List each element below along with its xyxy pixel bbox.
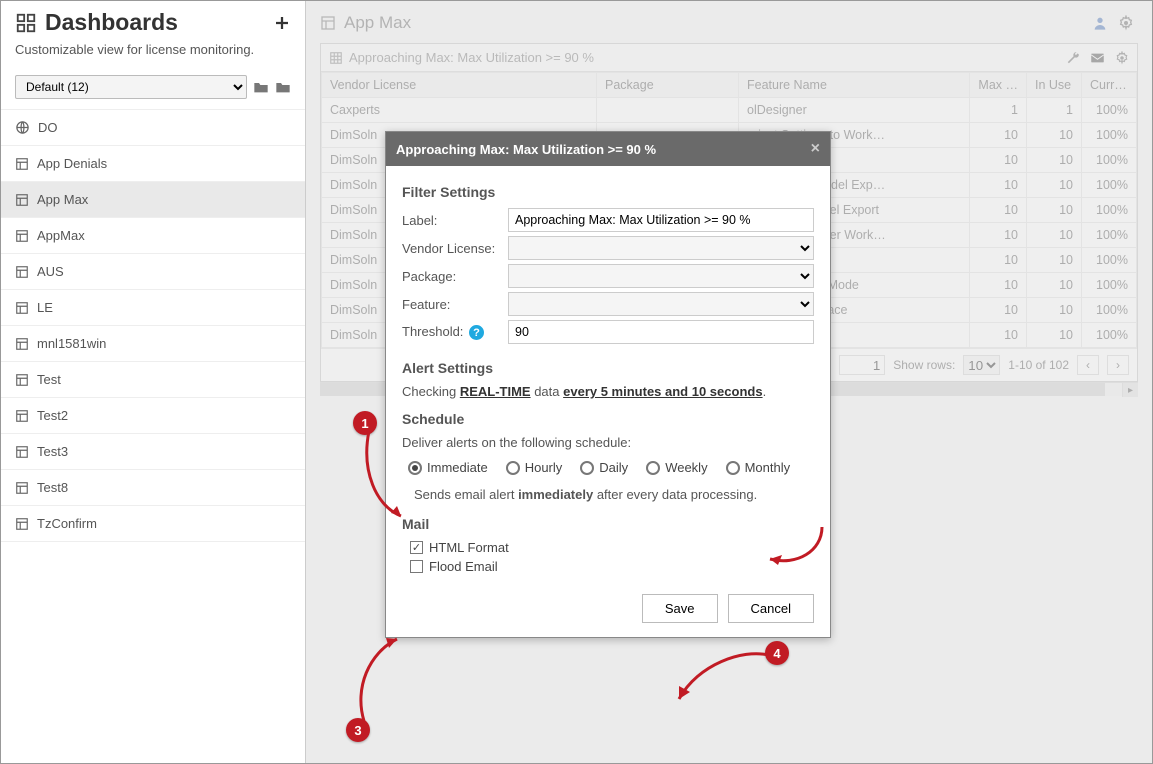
sidebar-item[interactable]: AppMax xyxy=(1,217,305,253)
sidebar-item-label: Test3 xyxy=(37,444,68,459)
dashboard-icon xyxy=(15,373,29,387)
sidebar-item-label: AppMax xyxy=(37,228,85,243)
sidebar-item-label: Test2 xyxy=(37,408,68,423)
help-icon[interactable]: ? xyxy=(469,325,484,340)
flood-email-checkbox[interactable]: Flood Email xyxy=(410,559,814,574)
annotation-badge-3: 3 xyxy=(346,718,370,742)
threshold-label: Threshold: ? xyxy=(402,324,508,341)
sidebar-item-label: mnl1581win xyxy=(37,336,106,351)
dashboard-icon xyxy=(15,337,29,351)
sidebar-item[interactable]: TzConfirm xyxy=(1,505,305,542)
sidebar-title: Dashboards xyxy=(15,9,178,36)
feature-select[interactable] xyxy=(508,292,814,316)
modal-header[interactable]: Approaching Max: Max Utilization >= 90 %… xyxy=(386,132,830,166)
dashboard-icon xyxy=(15,445,29,459)
sidebar-item[interactable]: LE xyxy=(1,289,305,325)
annotation-badge-1: 1 xyxy=(353,411,377,435)
dashboards-icon xyxy=(15,12,37,34)
html-format-checkbox[interactable]: ✓HTML Format xyxy=(410,540,814,555)
annotation-badge-4: 4 xyxy=(765,641,789,665)
label-label: Label: xyxy=(402,213,508,228)
sidebar-item[interactable]: Test2 xyxy=(1,397,305,433)
dashboard-icon xyxy=(15,481,29,495)
vendor-label: Vendor License: xyxy=(402,241,508,256)
close-icon[interactable]: × xyxy=(811,140,820,158)
dashboard-icon xyxy=(15,157,29,171)
sidebar-list: DO App Denials App Max AppMax AUS LE mnl1581wi… xyxy=(1,109,305,763)
sidebar-item-label: AUS xyxy=(37,264,64,279)
dashboard-icon xyxy=(15,409,29,423)
threshold-input[interactable] xyxy=(508,320,814,344)
label-input[interactable] xyxy=(508,208,814,232)
dashboard-icon xyxy=(15,301,29,315)
alert-settings-heading: Alert Settings xyxy=(402,360,814,376)
package-select[interactable] xyxy=(508,264,814,288)
schedule-heading: Schedule xyxy=(402,411,814,427)
sidebar-item[interactable]: DO xyxy=(1,109,305,145)
schedule-radio-immediate[interactable]: Immediate xyxy=(408,460,488,475)
add-dashboard-button[interactable] xyxy=(273,14,291,32)
schedule-radio-monthly[interactable]: Monthly xyxy=(726,460,791,475)
sidebar-item[interactable]: App Max xyxy=(1,181,305,217)
sidebar: Dashboards Customizable view for license… xyxy=(1,1,306,763)
sidebar-item[interactable]: App Denials xyxy=(1,145,305,181)
dashboard-icon xyxy=(15,193,29,207)
folder-icon-2[interactable] xyxy=(275,80,291,94)
sidebar-item-label: Test8 xyxy=(37,480,68,495)
folder-icon[interactable] xyxy=(253,80,269,94)
sidebar-item-label: DO xyxy=(38,120,58,135)
schedule-radio-hourly[interactable]: Hourly xyxy=(506,460,563,475)
modal-title: Approaching Max: Max Utilization >= 90 % xyxy=(396,142,656,157)
feature-label: Feature: xyxy=(402,297,508,312)
sidebar-item-label: TzConfirm xyxy=(37,516,97,531)
sidebar-item[interactable]: Test xyxy=(1,361,305,397)
dashboard-icon xyxy=(15,265,29,279)
globe-icon xyxy=(15,120,30,135)
sidebar-item[interactable]: Test3 xyxy=(1,433,305,469)
dashboard-icon xyxy=(15,229,29,243)
sidebar-item[interactable]: AUS xyxy=(1,253,305,289)
save-button[interactable]: Save xyxy=(642,594,718,623)
vendor-select[interactable] xyxy=(508,236,814,260)
schedule-radio-daily[interactable]: Daily xyxy=(580,460,628,475)
sidebar-subtitle: Customizable view for license monitoring… xyxy=(1,40,305,71)
sidebar-item[interactable]: mnl1581win xyxy=(1,325,305,361)
schedule-desc: Deliver alerts on the following schedule… xyxy=(402,435,814,450)
mail-heading: Mail xyxy=(402,516,814,532)
filter-modal: Approaching Max: Max Utilization >= 90 %… xyxy=(385,131,831,638)
schedule-radio-weekly[interactable]: Weekly xyxy=(646,460,707,475)
dashboard-select[interactable]: Default (12) xyxy=(15,75,247,99)
dashboard-icon xyxy=(15,517,29,531)
schedule-note: Sends email alert immediately after ever… xyxy=(414,487,814,502)
sidebar-item-label: LE xyxy=(37,300,53,315)
package-label: Package: xyxy=(402,269,508,284)
filter-settings-heading: Filter Settings xyxy=(402,184,814,200)
cancel-button[interactable]: Cancel xyxy=(728,594,814,623)
schedule-radios: Immediate Hourly Daily Weekly Monthly xyxy=(408,460,814,475)
sidebar-item-label: Test xyxy=(37,372,61,387)
sidebar-title-text: Dashboards xyxy=(45,9,178,36)
sidebar-item-label: App Denials xyxy=(37,156,107,171)
sidebar-item-label: App Max xyxy=(37,192,88,207)
sidebar-item[interactable]: Test8 xyxy=(1,469,305,505)
alert-checking-line: Checking REAL-TIME data every 5 minutes … xyxy=(402,384,814,399)
